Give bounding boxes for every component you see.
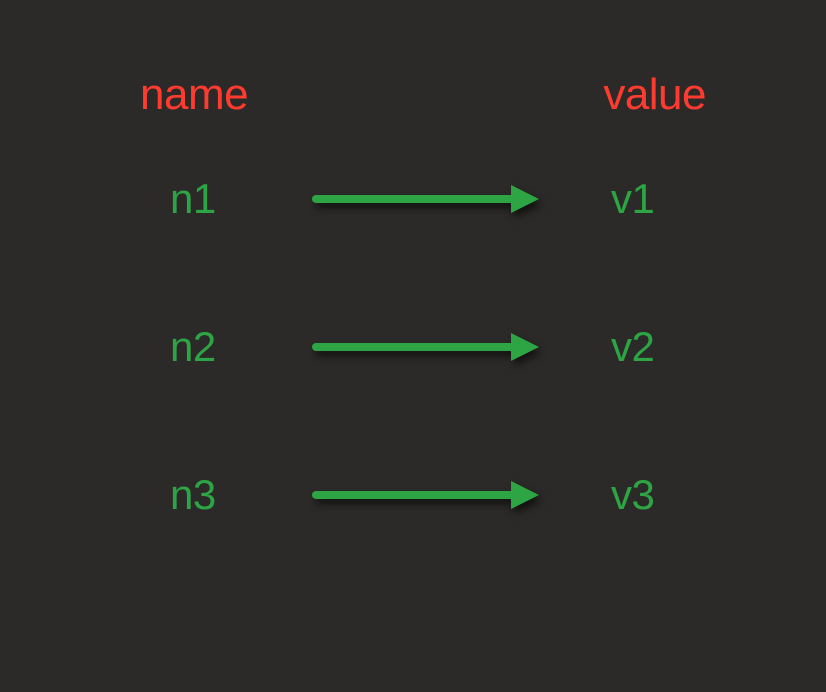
value-cell: v2 (611, 323, 681, 371)
name-cell: n1 (170, 175, 240, 223)
arrow-right-icon (240, 327, 611, 367)
mapping-row: n3 v3 (90, 471, 736, 519)
header-value-label: value (603, 70, 706, 120)
arrow-right-icon (240, 475, 611, 515)
mapping-row: n2 v2 (90, 323, 736, 371)
arrow-right-icon (240, 179, 611, 219)
value-cell: v1 (611, 175, 681, 223)
header-row: name value (90, 70, 736, 120)
mapping-row: n1 v1 (90, 175, 736, 223)
header-name-label: name (140, 70, 248, 120)
name-cell: n2 (170, 323, 240, 371)
name-cell: n3 (170, 471, 240, 519)
diagram-container: name value n1 v1 n2 v2 n3 (0, 0, 826, 692)
value-cell: v3 (611, 471, 681, 519)
